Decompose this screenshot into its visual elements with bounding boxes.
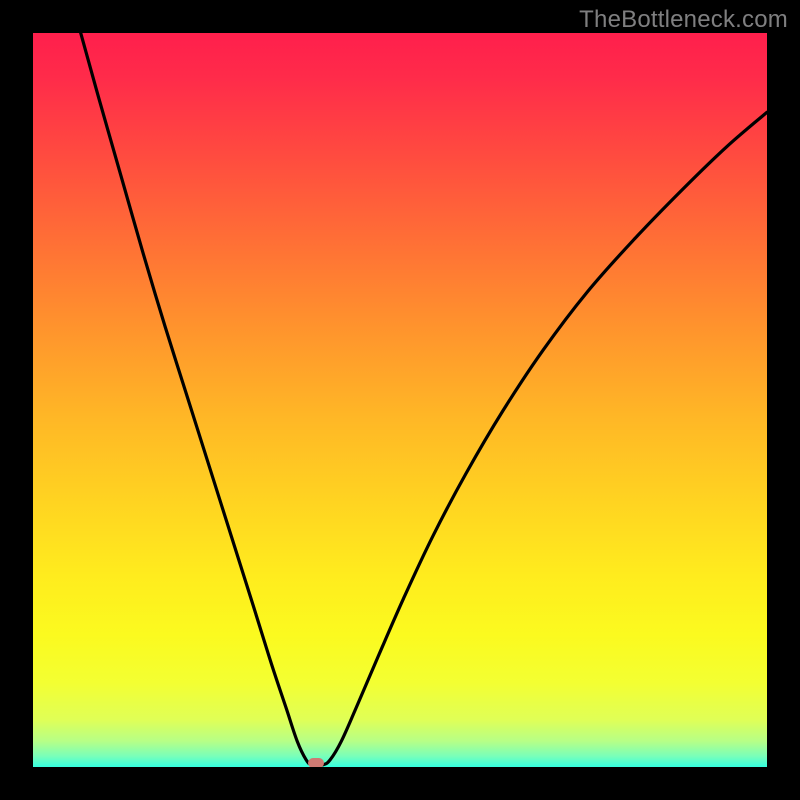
- bottleneck-curve: [33, 33, 767, 767]
- plot-area: [33, 33, 767, 767]
- chart-frame: TheBottleneck.com: [0, 0, 800, 800]
- watermark-text: TheBottleneck.com: [579, 6, 788, 34]
- optimal-point-marker: [308, 758, 324, 767]
